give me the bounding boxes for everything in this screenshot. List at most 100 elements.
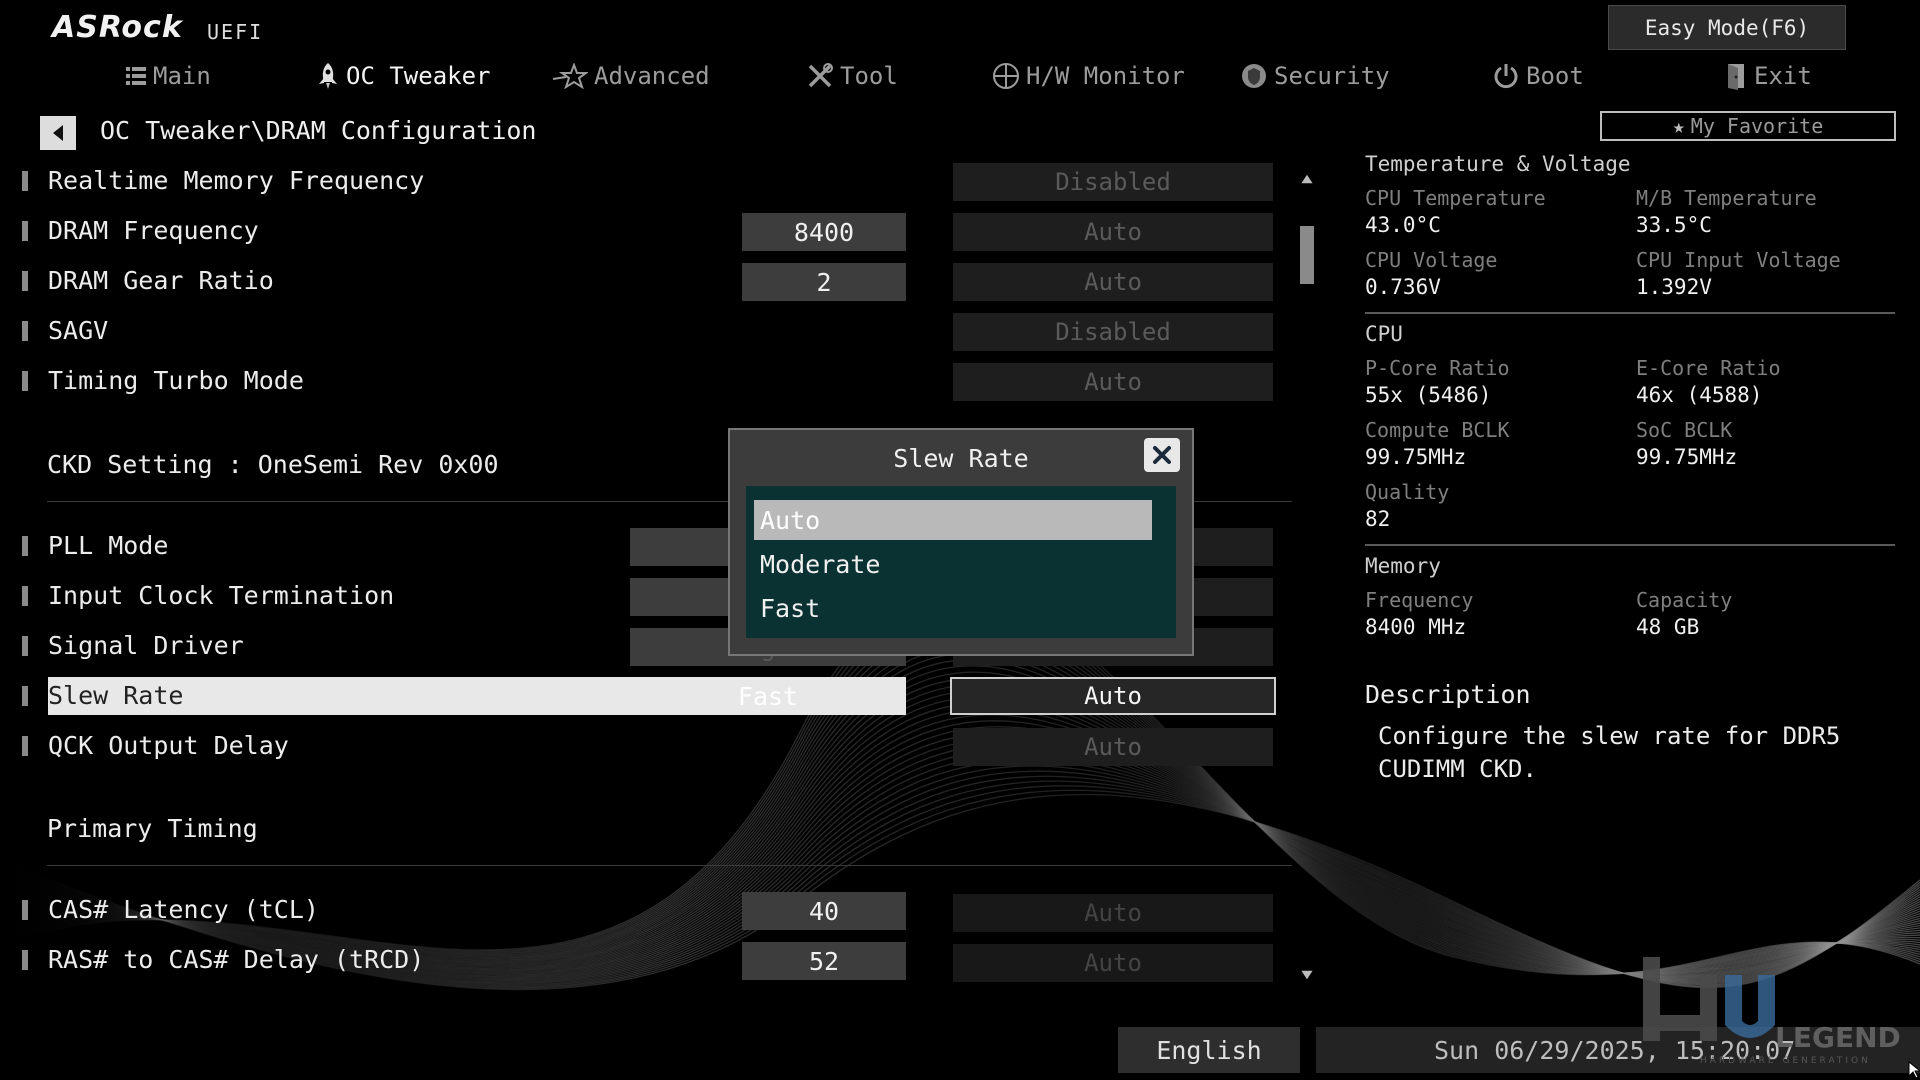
mb-temp-value: 33.5°C	[1636, 213, 1712, 237]
my-favorite-button[interactable]: ★ My Favorite	[1600, 111, 1896, 141]
ecore-ratio-value: 46x (4588)	[1636, 383, 1763, 407]
option-box[interactable]: Disabled	[953, 163, 1273, 201]
option-box[interactable]: Auto	[950, 677, 1276, 715]
row-bullet	[22, 221, 28, 241]
cpu-input-voltage-value: 1.392V	[1636, 275, 1712, 299]
row-bullet	[22, 686, 28, 706]
back-arrow-icon	[53, 125, 63, 141]
value-box[interactable]: Fast	[630, 677, 906, 715]
value-box[interactable]: 2	[742, 263, 906, 301]
value-box[interactable]: 8400	[742, 213, 906, 251]
close-button[interactable]	[1144, 438, 1180, 472]
tab-hw-monitor[interactable]: H/W Monitor	[992, 56, 1185, 96]
option-box[interactable]: Auto	[953, 213, 1273, 251]
list-icon	[126, 67, 146, 85]
tab-label: H/W Monitor	[1026, 62, 1185, 90]
row-bullet	[22, 736, 28, 756]
popup-option-auto[interactable]: Auto	[754, 500, 1152, 540]
setting-row-sagv[interactable]: SAGV Disabled	[0, 312, 1290, 352]
asrock-logo: ASRock	[52, 10, 183, 45]
setting-row-timing-turbo-mode[interactable]: Timing Turbo Mode Auto	[0, 362, 1290, 402]
option-box[interactable]: Disabled	[953, 313, 1273, 351]
row-bullet	[22, 536, 28, 556]
watermark-text: LEGEND	[1775, 1021, 1901, 1054]
setting-row-slew-rate[interactable]: Slew Rate Fast Auto	[0, 677, 1290, 717]
back-button[interactable]	[40, 116, 76, 150]
popup-option-list: Auto Moderate Fast	[746, 486, 1176, 638]
easy-mode-button[interactable]: Easy Mode(F6)	[1608, 5, 1846, 50]
tab-advanced[interactable]: Advanced	[552, 56, 710, 96]
option-box[interactable]: Auto	[953, 728, 1273, 766]
cpu-temp-label: CPU Temperature	[1365, 186, 1546, 210]
setting-row-dram-frequency[interactable]: DRAM Frequency 8400 Auto	[0, 212, 1290, 252]
row-bullet	[22, 900, 28, 920]
cpu-input-voltage-label: CPU Input Voltage	[1636, 248, 1841, 272]
setting-label: QCK Output Delay	[48, 731, 289, 760]
slew-rate-popup: Slew Rate Auto Moderate Fast	[728, 428, 1194, 656]
tab-label: Security	[1274, 62, 1390, 90]
row-bullet	[22, 636, 28, 656]
tab-label: Advanced	[594, 62, 710, 90]
rocket-icon	[319, 63, 337, 89]
setting-label: Slew Rate	[48, 681, 184, 710]
description-title: Description	[1365, 680, 1531, 709]
soc-bclk-label: SoC BCLK	[1636, 418, 1733, 442]
language-button[interactable]: English	[1118, 1027, 1300, 1073]
tab-oc-tweaker[interactable]: OC Tweaker	[316, 56, 491, 96]
section-divider	[47, 865, 1292, 866]
option-box[interactable]: Auto	[953, 263, 1273, 301]
scrollbar-track[interactable]	[1300, 180, 1314, 970]
setting-label: RAS# to CAS# Delay (tRCD)	[48, 945, 425, 974]
setting-label: CAS# Latency (tCL)	[48, 895, 319, 924]
breadcrumb: OC Tweaker\DRAM Configuration	[100, 116, 537, 145]
row-bullet	[22, 586, 28, 606]
tab-main[interactable]: Main	[125, 56, 211, 96]
shield-icon	[1242, 64, 1266, 88]
scrollbar-thumb[interactable]	[1300, 226, 1314, 284]
cpu-heading: CPU	[1365, 322, 1403, 346]
setting-row-realtime-memory-frequency[interactable]: Realtime Memory Frequency Disabled	[0, 162, 1290, 202]
mb-temp-label: M/B Temperature	[1636, 186, 1817, 210]
description-text: Configure the slew rate for DDR5 CUDIMM …	[1378, 722, 1841, 783]
my-favorite-label: My Favorite	[1690, 114, 1824, 138]
setting-row-ras-to-cas-delay[interactable]: RAS# to CAS# Delay (tRCD) 52 Auto	[0, 941, 1290, 982]
tab-label: Main	[153, 62, 211, 90]
ecore-ratio-label: E-Core Ratio	[1636, 356, 1781, 380]
setting-label: DRAM Gear Ratio	[48, 266, 274, 295]
quality-label: Quality	[1365, 480, 1450, 504]
value-box[interactable]: 52	[742, 942, 906, 980]
mouse-cursor-icon	[1908, 1061, 1920, 1079]
memory-heading: Memory	[1365, 554, 1441, 578]
soc-bclk-value: 99.75MHz	[1636, 445, 1738, 469]
setting-row-qck-output-delay[interactable]: QCK Output Delay Auto	[0, 727, 1290, 767]
value-box[interactable]: 40	[742, 892, 906, 930]
option-box[interactable]: Auto	[953, 944, 1273, 982]
system-info-panel: Temperature & Voltage CPU Temperature 43…	[1360, 150, 1900, 770]
tab-label: Exit	[1754, 62, 1812, 90]
row-bullet	[22, 371, 28, 391]
popup-option-fast[interactable]: Fast	[754, 588, 1152, 628]
crosshair-icon	[993, 63, 1019, 89]
option-box[interactable]: Auto	[953, 894, 1273, 932]
tab-boot[interactable]: Boot	[1492, 56, 1584, 96]
setting-label: Input Clock Termination	[48, 581, 395, 610]
setting-row-cas-latency[interactable]: CAS# Latency (tCL) 40 Auto	[0, 891, 1290, 932]
primary-timing-heading: Primary Timing	[47, 814, 258, 843]
popup-option-moderate[interactable]: Moderate	[754, 544, 1152, 584]
pcore-ratio-value: 55x (5486)	[1365, 383, 1492, 407]
option-box[interactable]: Auto	[953, 363, 1273, 401]
setting-label: Timing Turbo Mode	[48, 366, 304, 395]
panel-divider	[1365, 544, 1895, 546]
setting-label: Signal Driver	[48, 631, 244, 660]
tab-exit[interactable]: Exit	[1724, 56, 1812, 96]
setting-row-dram-gear-ratio[interactable]: DRAM Gear Ratio 2 Auto	[0, 262, 1290, 302]
row-bullet	[22, 171, 28, 191]
tab-label: OC Tweaker	[346, 62, 491, 90]
popup-title: Slew Rate	[893, 444, 1029, 473]
star-icon: ★	[1672, 114, 1685, 138]
quality-value: 82	[1365, 507, 1391, 531]
power-icon	[1494, 64, 1518, 89]
tab-security[interactable]: Security	[1240, 56, 1390, 96]
panel-divider	[1365, 312, 1895, 314]
tab-tool[interactable]: Tool	[806, 56, 898, 96]
